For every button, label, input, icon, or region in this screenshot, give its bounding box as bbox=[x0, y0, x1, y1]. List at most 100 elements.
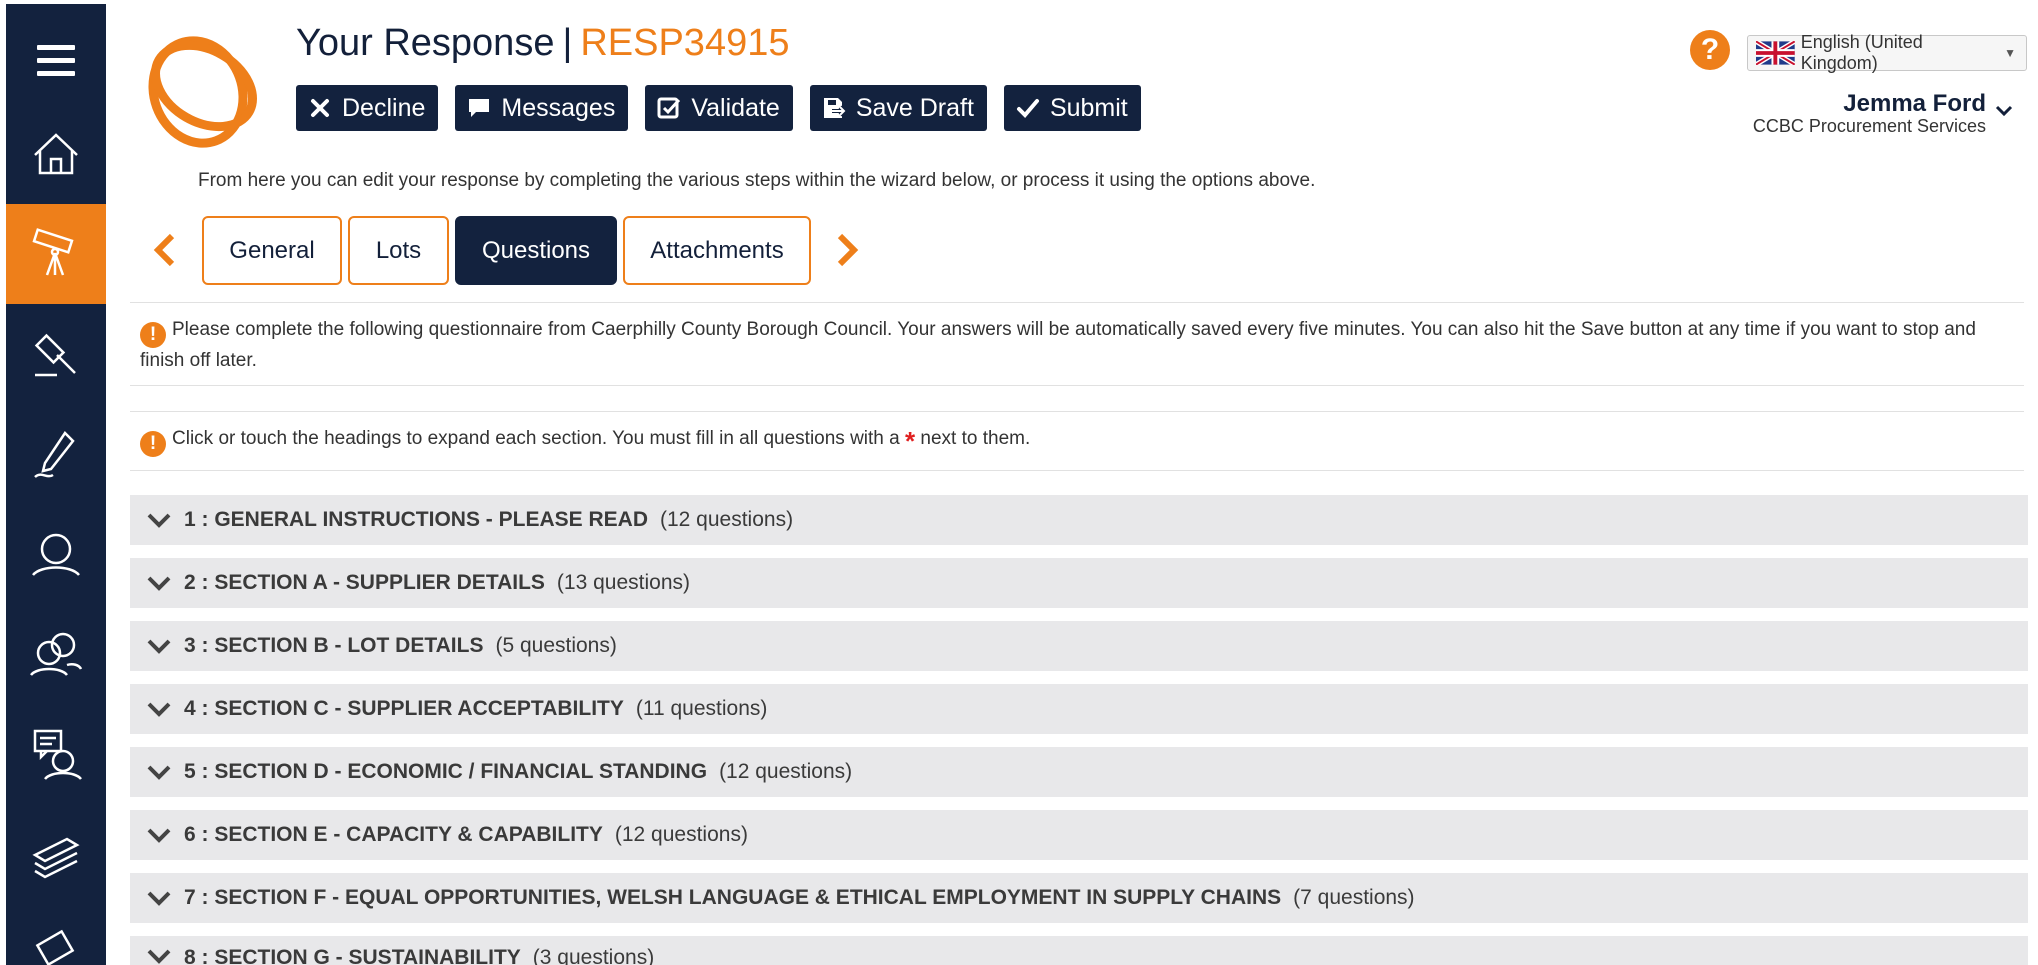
messages-label: Messages bbox=[501, 93, 616, 122]
section-name: 4 : SECTION C - SUPPLIER ACCEPTABILITY bbox=[184, 697, 624, 720]
validate-label: Validate bbox=[691, 93, 780, 122]
menu-button[interactable] bbox=[6, 10, 106, 110]
section-count: (12 questions) bbox=[660, 508, 794, 531]
check-icon bbox=[1016, 99, 1039, 118]
chevron-down-icon[interactable] bbox=[1993, 100, 2015, 122]
section-count: (5 questions) bbox=[495, 634, 617, 657]
help-button[interactable]: ? bbox=[1690, 30, 1730, 70]
save-draft-button[interactable]: Save Draft bbox=[809, 85, 987, 131]
cross-icon bbox=[311, 99, 329, 117]
chevron-down-icon bbox=[147, 765, 171, 780]
decline-label: Decline bbox=[342, 93, 426, 122]
validate-button[interactable]: Validate bbox=[645, 85, 793, 131]
sidebar-item-contacts[interactable] bbox=[6, 604, 106, 704]
submit-button[interactable]: Submit bbox=[1003, 85, 1141, 131]
users-icon bbox=[30, 632, 83, 676]
chevron-down-icon bbox=[147, 828, 171, 843]
section-name: 1 : GENERAL INSTRUCTIONS - PLEASE READ bbox=[184, 508, 648, 531]
chevron-down-icon bbox=[147, 702, 171, 717]
section-name: 3 : SECTION B - LOT DETAILS bbox=[184, 634, 484, 657]
section-name: 8 : SECTION G - SUSTAINABILITY bbox=[184, 946, 521, 965]
pen-icon bbox=[34, 431, 75, 478]
document-stack-icon bbox=[35, 929, 75, 965]
submit-label: Submit bbox=[1049, 93, 1128, 122]
section-name: 6 : SECTION E - CAPACITY & CAPABILITY bbox=[184, 823, 603, 846]
section-heading[interactable]: 3 : SECTION B - LOT DETAILS (5 questions… bbox=[130, 621, 2028, 671]
tab-attachments[interactable]: Attachments bbox=[623, 216, 811, 285]
layers-icon bbox=[32, 837, 80, 879]
sidebar-item-messages[interactable] bbox=[6, 704, 106, 804]
alert-icon: ! bbox=[140, 431, 166, 457]
section-count: (12 questions) bbox=[719, 760, 853, 783]
section-heading[interactable]: 8 : SECTION G - SUSTAINABILITY (3 questi… bbox=[130, 936, 2028, 965]
response-id: RESP34915 bbox=[580, 22, 790, 64]
decline-button[interactable]: Decline bbox=[296, 85, 439, 131]
intro-text: From here you can edit your response by … bbox=[198, 170, 1316, 191]
home-icon bbox=[34, 133, 78, 175]
sidebar-item-auctions[interactable] bbox=[6, 304, 106, 404]
section-heading[interactable]: 7 : SECTION F - EQUAL OPPORTUNITIES, WEL… bbox=[130, 873, 2028, 923]
questionnaire-notice-text: Please complete the following questionna… bbox=[140, 319, 1976, 371]
alert-icon: ! bbox=[140, 322, 166, 348]
section-heading[interactable]: 5 : SECTION D - ECONOMIC / FINANCIAL STA… bbox=[130, 747, 2028, 797]
sidebar-item-contracts[interactable] bbox=[6, 404, 106, 504]
section-name: 7 : SECTION F - EQUAL OPPORTUNITIES, WEL… bbox=[184, 886, 1282, 909]
section-name: 5 : SECTION D - ECONOMIC / FINANCIAL STA… bbox=[184, 760, 708, 783]
section-count: (13 questions) bbox=[556, 571, 690, 594]
sidebar-item-library[interactable] bbox=[6, 804, 106, 904]
divider bbox=[130, 470, 2024, 471]
section-count: (12 questions) bbox=[614, 823, 748, 846]
chevron-down-icon bbox=[147, 891, 171, 906]
sidebar-item-home[interactable] bbox=[6, 104, 106, 204]
sidebar-item-profile[interactable] bbox=[6, 504, 106, 604]
chevron-down-icon bbox=[147, 513, 171, 528]
tab-lots[interactable]: Lots bbox=[348, 216, 449, 285]
dropdown-caret-icon: ▼ bbox=[2004, 46, 2016, 60]
headings-notice-text: Click or touch the headings to expand ea… bbox=[172, 428, 900, 449]
required-star: * bbox=[905, 426, 916, 456]
sidebar bbox=[6, 4, 106, 965]
section-heading[interactable]: 4 : SECTION C - SUPPLIER ACCEPTABILITY (… bbox=[130, 684, 2028, 734]
chevron-down-icon bbox=[147, 576, 171, 591]
divider bbox=[130, 385, 2024, 386]
sidebar-item-documents[interactable] bbox=[6, 904, 106, 965]
telescope-icon bbox=[32, 228, 74, 276]
headings-notice-text-end: next to them. bbox=[920, 428, 1031, 449]
section-heading[interactable]: 1 : GENERAL INSTRUCTIONS - PLEASE READ (… bbox=[130, 495, 2028, 545]
user-icon bbox=[32, 533, 80, 576]
section-heading[interactable]: 6 : SECTION E - CAPACITY & CAPABILITY (1… bbox=[130, 810, 2028, 860]
headings-notice: ! Click or touch the headings to expand e… bbox=[140, 426, 2024, 457]
chevron-down-icon bbox=[147, 639, 171, 654]
user-organisation: CCBC Procurement Services bbox=[1752, 116, 1986, 136]
speech-bubble-icon bbox=[469, 99, 490, 117]
uk-flag-icon bbox=[1756, 41, 1795, 65]
save-draft-label: Save Draft bbox=[855, 93, 974, 122]
title-separator: | bbox=[562, 22, 573, 64]
next-step-icon[interactable] bbox=[832, 232, 862, 268]
action-toolbar: Decline Messages Validate Save Draft Sub… bbox=[296, 85, 1141, 131]
sidebar-item-opportunities[interactable] bbox=[6, 204, 106, 304]
user-name[interactable]: Jemma Ford bbox=[1843, 90, 1986, 118]
section-count: (7 questions) bbox=[1293, 886, 1415, 909]
page-title: Your Response | RESP34915 bbox=[296, 22, 789, 65]
company-logo bbox=[148, 36, 257, 148]
language-select[interactable]: English (United Kingdom) ▼ bbox=[1747, 32, 2027, 73]
questionnaire-notice: ! Please complete the following questionn… bbox=[140, 317, 2024, 374]
prev-step-icon[interactable] bbox=[150, 232, 180, 268]
divider bbox=[130, 411, 2024, 412]
menu-icon bbox=[37, 45, 75, 76]
divider bbox=[130, 302, 2024, 303]
tab-questions[interactable]: Questions bbox=[455, 216, 617, 285]
save-arrow-icon bbox=[823, 98, 846, 118]
tab-general[interactable]: General bbox=[202, 216, 342, 285]
page-title-text: Your Response bbox=[296, 22, 555, 64]
section-name: 2 : SECTION A - SUPPLIER DETAILS bbox=[184, 571, 545, 594]
section-count: (11 questions) bbox=[635, 697, 768, 720]
gavel-icon bbox=[34, 333, 76, 377]
chat-user-icon bbox=[33, 729, 82, 780]
check-square-icon bbox=[657, 97, 681, 119]
messages-button[interactable]: Messages bbox=[455, 85, 629, 131]
section-count: (3 questions) bbox=[532, 946, 655, 965]
chevron-down-icon bbox=[147, 949, 171, 964]
section-heading[interactable]: 2 : SECTION A - SUPPLIER DETAILS (13 que… bbox=[130, 558, 2028, 608]
